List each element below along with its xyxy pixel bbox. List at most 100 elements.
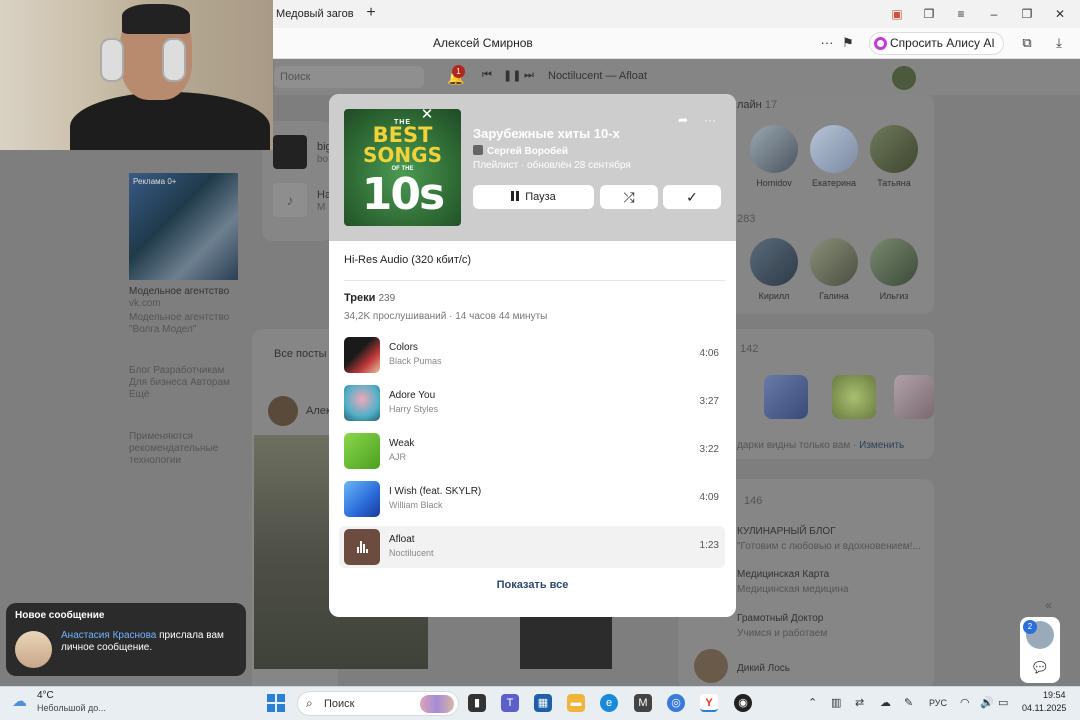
share-icon[interactable]: ➦ <box>674 112 692 128</box>
task-view-icon[interactable]: ▮ <box>468 694 486 712</box>
mic-tray-icon[interactable]: ✎ <box>904 696 913 709</box>
ad-image[interactable] <box>129 173 238 280</box>
friend-avatar[interactable] <box>750 125 798 173</box>
post-author-name[interactable]: Алек <box>306 405 331 417</box>
collections-icon[interactable]: ❐ <box>918 4 940 24</box>
show-all-button[interactable]: Показать все <box>329 579 736 591</box>
taskbar-search[interactable]: ⌕ Поиск <box>297 691 459 716</box>
more-options-icon[interactable]: ··· <box>701 112 719 128</box>
track-row[interactable]: Colors Black Pumas 4:06 <box>339 334 725 376</box>
group-name[interactable]: Дикий Лось <box>737 663 790 675</box>
track-duration: 3:22 <box>699 444 719 455</box>
gift-image[interactable] <box>764 375 808 419</box>
start-icon[interactable] <box>267 694 285 712</box>
follower-name[interactable]: Ильгиз <box>859 291 929 301</box>
sender-name[interactable]: Анастасия Краснова <box>61 630 156 641</box>
track-artist[interactable]: Harry Styles <box>389 404 438 414</box>
previous-icon[interactable]: ⏮ <box>482 69 492 82</box>
ask-alisa-button[interactable]: Спросить Алису AI <box>869 32 1004 55</box>
track-row[interactable]: Adore You Harry Styles 3:27 <box>339 382 725 424</box>
chart-tray-icon[interactable]: ▥ <box>831 696 841 709</box>
user-avatar[interactable] <box>892 66 916 90</box>
folder-icon[interactable]: ▬ <box>567 694 585 712</box>
translate-icon[interactable]: ⧉ <box>1018 34 1036 52</box>
language-indicator[interactable]: РУС <box>929 698 947 708</box>
browser-tab[interactable]: Медовый загов <box>270 0 360 28</box>
new-message-notification[interactable]: Новое сообщение Анастасия Краснова присл… <box>6 603 246 676</box>
chat-icon[interactable]: 💬 <box>1033 661 1047 674</box>
battery-icon[interactable]: ▭ <box>998 696 1008 709</box>
group-avatar[interactable] <box>694 649 728 683</box>
track-artist[interactable]: Black Pumas <box>389 356 442 366</box>
audio-quality[interactable]: Hi-Res Audio (320 кбит/с) <box>344 254 471 266</box>
cloud-tray-icon[interactable]: ☁ <box>880 696 891 709</box>
menu-icon[interactable]: ≡ <box>950 4 972 24</box>
ad-title[interactable]: Модельное агентство <box>129 286 229 298</box>
more-icon[interactable]: ··· <box>818 34 836 52</box>
weather-temperature[interactable]: 4°C <box>37 690 54 701</box>
weather-icon[interactable]: ☁ <box>12 693 32 711</box>
yandex-browser-icon[interactable]: Y <box>700 694 718 712</box>
friend-avatar[interactable] <box>870 125 918 173</box>
new-tab-button[interactable]: + <box>362 4 380 22</box>
close-modal-icon[interactable]: ✕ <box>418 106 436 124</box>
online-label: лайн 17 <box>737 99 778 111</box>
gift-image[interactable] <box>894 375 934 419</box>
left-track-1-sub: bo <box>317 154 329 165</box>
chat-widget[interactable]: 2 💬 <box>1020 617 1060 683</box>
notification-title: Новое сообщение <box>15 610 105 621</box>
collapse-chevron-icon[interactable]: « <box>1045 598 1052 612</box>
playlist-title: Зарубежные хиты 10-х <box>473 126 620 141</box>
track-artist[interactable]: William Black <box>389 500 443 510</box>
store-icon[interactable]: ▦ <box>534 694 552 712</box>
maximize-icon[interactable]: ❐ <box>1016 4 1038 24</box>
vk-search-input[interactable]: Поиск <box>274 66 424 88</box>
follower-avatar[interactable] <box>810 238 858 286</box>
track-artist[interactable]: AJR <box>389 452 406 462</box>
track-row[interactable]: I Wish (feat. SKYLR) William Black 4:09 <box>339 478 725 520</box>
minimize-icon[interactable]: – <box>983 4 1005 24</box>
show-hidden-icons[interactable]: ⌃ <box>808 696 817 709</box>
ad-domain[interactable]: vk.com <box>129 298 161 310</box>
wifi-icon[interactable]: ◠ <box>960 696 970 709</box>
playlist-author[interactable]: Сергей Воробей <box>473 145 568 157</box>
next-icon[interactable]: ⏭ <box>524 69 534 82</box>
media-icon[interactable]: M <box>634 694 652 712</box>
follower-avatar[interactable] <box>870 238 918 286</box>
added-button[interactable]: ✓ <box>663 185 721 209</box>
now-playing-text[interactable]: Noctilucent — Afloat <box>548 70 647 82</box>
group-sub: Учимся и работаем <box>737 628 828 639</box>
footer-links[interactable]: Блог Разработчикам Для бизнеса Авторам Е… <box>129 365 239 401</box>
track-artist[interactable]: Noctilucent <box>389 548 434 558</box>
group-name[interactable]: Грамотный Доктор <box>737 613 823 625</box>
post-author-avatar[interactable] <box>268 396 298 426</box>
weather-description[interactable]: Небольшой до... <box>37 703 106 713</box>
friend-avatar[interactable] <box>810 125 858 173</box>
tab-all-posts[interactable]: Все посты <box>274 348 327 360</box>
clock-time[interactable]: 19:54 <box>1043 690 1066 700</box>
page-title[interactable]: Алексей Смирнов <box>433 28 533 59</box>
pause-icon[interactable]: ❚❚ <box>503 69 521 82</box>
volume-icon[interactable]: 🔊 <box>980 696 994 709</box>
track-row-playing[interactable]: Afloat Noctilucent 1:23 <box>339 526 725 568</box>
gifts-change-link[interactable]: Изменить <box>859 440 904 451</box>
sync-tray-icon[interactable]: ⇄ <box>855 696 864 709</box>
app-icon[interactable]: ◉ <box>734 694 752 712</box>
extension-icon[interactable]: ▣ <box>886 4 908 24</box>
edge-icon[interactable]: e <box>600 694 618 712</box>
follower-avatar[interactable] <box>750 238 798 286</box>
bookmark-icon[interactable]: ⚑ <box>839 34 857 52</box>
clock-date[interactable]: 04.11.2025 <box>1022 703 1066 713</box>
shuffle-button[interactable]: ⤮ <box>600 185 658 209</box>
sender-avatar <box>15 631 52 668</box>
group-name[interactable]: КУЛИНАРНЫЙ БЛОГ <box>737 526 836 538</box>
gift-image[interactable] <box>832 375 876 419</box>
pause-button[interactable]: Пауза <box>473 185 594 209</box>
track-row[interactable]: Weak AJR 3:22 <box>339 430 725 472</box>
group-name[interactable]: Медицинская Карта <box>737 569 829 581</box>
teams-icon[interactable]: T <box>501 694 519 712</box>
messenger-icon[interactable]: ◎ <box>667 694 685 712</box>
close-window-icon[interactable]: ✕ <box>1049 4 1071 24</box>
friend-name[interactable]: Татьяна <box>859 178 929 188</box>
download-icon[interactable]: ⤓ <box>1050 34 1068 52</box>
